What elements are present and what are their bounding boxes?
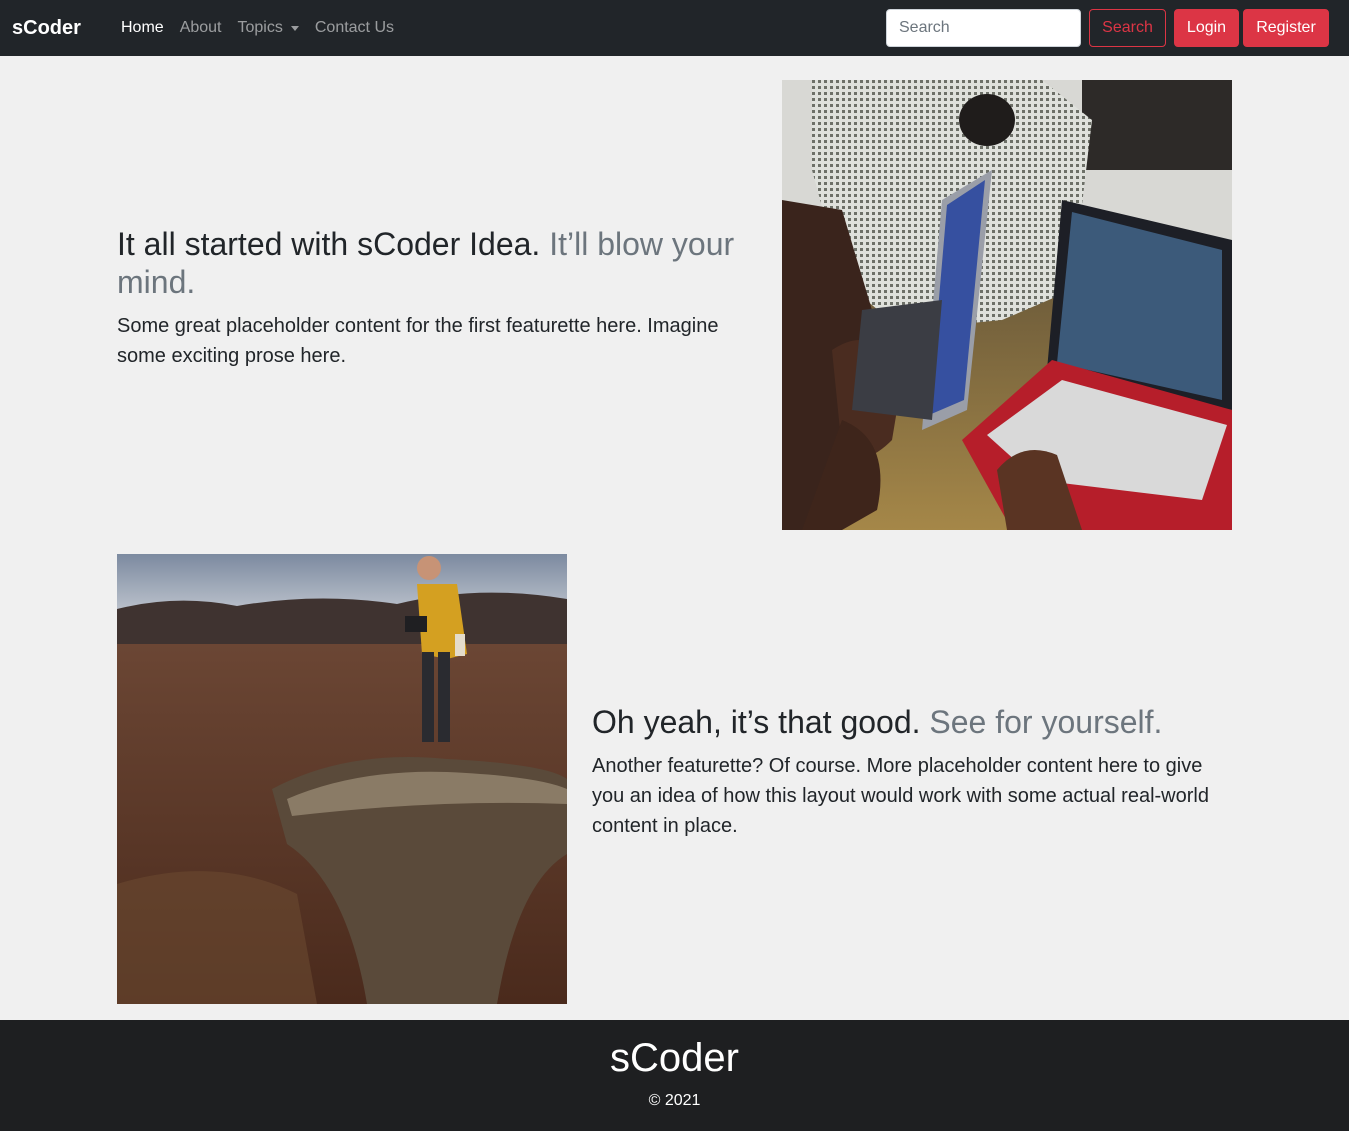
footer: sCoder © 2021 xyxy=(0,1020,1349,1131)
login-button[interactable]: Login xyxy=(1174,9,1239,47)
featurette-2-heading-muted: See for yourself. xyxy=(929,704,1163,740)
nav-link-topics-label: Topics xyxy=(237,19,283,36)
register-button[interactable]: Register xyxy=(1243,9,1329,47)
top-navbar: sCoder Home About Topics Contact Us Sear… xyxy=(0,0,1349,56)
featurette-2-lead: Another featurette? Of course. More plac… xyxy=(592,755,1209,837)
featurette-1-heading: It all started with sCoder Idea. It’ll b… xyxy=(117,225,757,301)
nav-link-topics-dropdown[interactable]: Topics xyxy=(238,18,299,38)
featurette-2-text: Oh yeah, it’s that good. See for yoursel… xyxy=(592,703,1232,841)
footer-copyright: © 2021 xyxy=(648,1092,701,1109)
footer-brand: sCoder xyxy=(610,1036,739,1080)
featurette-1-text: It all started with sCoder Idea. It’ll b… xyxy=(117,225,757,371)
nav-link-home[interactable]: Home xyxy=(121,18,164,38)
search-button[interactable]: Search xyxy=(1089,9,1166,47)
featurette-1-lead: Some great placeholder content for the f… xyxy=(117,315,719,367)
nav-link-contact[interactable]: Contact Us xyxy=(315,18,394,38)
nav-links: Home About Topics Contact Us xyxy=(121,18,410,38)
caret-down-icon xyxy=(290,25,299,31)
nav-link-about[interactable]: About xyxy=(180,18,222,38)
featurette-2-heading-main: Oh yeah, it’s that good. xyxy=(592,704,921,740)
search-input[interactable] xyxy=(886,9,1081,47)
brand-logo[interactable]: sCoder xyxy=(12,16,81,40)
featurette-2-image xyxy=(117,554,567,1004)
featurette-1-heading-main: It all started with sCoder Idea. xyxy=(117,226,541,262)
featurette-2-heading: Oh yeah, it’s that good. See for yoursel… xyxy=(592,703,1232,741)
featurette-1-image xyxy=(782,80,1232,530)
